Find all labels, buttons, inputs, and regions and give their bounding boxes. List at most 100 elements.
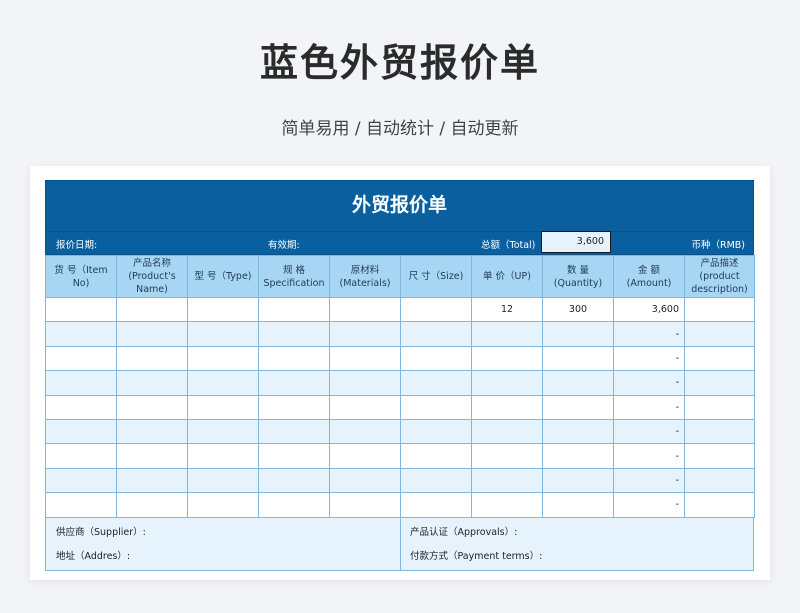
table-cell[interactable]: [471, 321, 543, 347]
table-cell[interactable]: [329, 321, 401, 347]
table-cell[interactable]: [400, 296, 472, 323]
table-cell[interactable]: [258, 492, 330, 518]
table-cell[interactable]: [187, 492, 259, 518]
table-cell[interactable]: [471, 370, 543, 396]
table-cell[interactable]: -: [613, 345, 685, 372]
table-cell[interactable]: [471, 394, 543, 420]
table-cell[interactable]: [400, 345, 472, 372]
table-cell[interactable]: [187, 345, 259, 372]
table-cell[interactable]: [329, 296, 401, 323]
table-cell[interactable]: [258, 321, 330, 347]
table-cell[interactable]: 3,600: [613, 296, 685, 323]
table-cell[interactable]: [542, 418, 614, 445]
table-cell[interactable]: [542, 345, 614, 372]
table-cell[interactable]: [45, 321, 117, 347]
table-cell[interactable]: [116, 370, 188, 396]
valid-period-label: 有效期:: [268, 240, 300, 251]
table-cell[interactable]: [684, 370, 755, 396]
table-cell[interactable]: -: [613, 492, 685, 518]
table-cell[interactable]: [542, 492, 614, 518]
table-cell[interactable]: -: [613, 394, 685, 420]
table-cell[interactable]: [329, 492, 401, 518]
table-cell[interactable]: [471, 492, 543, 518]
table-cell[interactable]: 12: [471, 296, 543, 323]
table-cell[interactable]: [187, 296, 259, 323]
table-cell[interactable]: [258, 418, 330, 445]
table-cell[interactable]: [684, 296, 755, 323]
table-cell[interactable]: [329, 345, 401, 372]
table-cell[interactable]: [187, 467, 259, 494]
table-cell[interactable]: [329, 394, 401, 420]
column-header-line: 单 价（UP): [483, 271, 531, 282]
table-cell[interactable]: [400, 492, 472, 518]
table-cell[interactable]: [187, 394, 259, 420]
table-cell[interactable]: [329, 418, 401, 445]
table-cell[interactable]: [116, 418, 188, 445]
table-cell[interactable]: [187, 418, 259, 445]
table-cell[interactable]: [400, 467, 472, 494]
table-cell[interactable]: [116, 296, 188, 323]
table-cell[interactable]: [329, 467, 401, 494]
table-cell[interactable]: [45, 370, 117, 396]
table-cell[interactable]: [258, 370, 330, 396]
table-cell[interactable]: [187, 370, 259, 396]
table-cell[interactable]: [684, 443, 755, 469]
table-cell[interactable]: [116, 345, 188, 372]
table-cell[interactable]: -: [613, 443, 685, 469]
table-cell[interactable]: [400, 443, 472, 469]
table-cell[interactable]: [542, 370, 614, 396]
table-cell[interactable]: [400, 418, 472, 445]
table-cell[interactable]: [45, 418, 117, 445]
column-header-line: Specification: [263, 277, 325, 289]
table-cell[interactable]: [116, 443, 188, 469]
table-cell[interactable]: 300: [542, 296, 614, 323]
table-cell[interactable]: [258, 345, 330, 372]
table-cell[interactable]: [684, 467, 755, 494]
table-cell[interactable]: [187, 321, 259, 347]
table-cell[interactable]: [329, 370, 401, 396]
table-cell[interactable]: [684, 345, 755, 372]
table-cell[interactable]: [471, 443, 543, 469]
table-cell[interactable]: [329, 443, 401, 469]
table-cell[interactable]: [542, 443, 614, 469]
table-cell[interactable]: [258, 467, 330, 494]
table-cell[interactable]: [258, 296, 330, 323]
table-cell[interactable]: [45, 492, 117, 518]
column-header-line: No): [72, 277, 90, 289]
page-title: 蓝色外贸报价单: [259, 41, 540, 85]
table-cell[interactable]: [542, 394, 614, 420]
table-cell[interactable]: [684, 418, 755, 445]
table-cell[interactable]: [45, 394, 117, 420]
table-cell[interactable]: [684, 394, 755, 420]
table-cell[interactable]: [45, 467, 117, 494]
table-cell[interactable]: [684, 321, 755, 347]
table-cell[interactable]: [258, 443, 330, 469]
table-cell[interactable]: [542, 321, 614, 347]
table-cell[interactable]: [471, 418, 543, 445]
table-cell[interactable]: [400, 370, 472, 396]
table-cell[interactable]: [400, 394, 472, 420]
table-cell[interactable]: [45, 345, 117, 372]
column-header: 规 格 Specification: [258, 255, 330, 298]
table-cell[interactable]: [45, 443, 117, 469]
quote-date-label: 报价日期:: [56, 240, 98, 251]
table-cell[interactable]: [116, 467, 188, 494]
table-cell[interactable]: [471, 345, 543, 372]
table-cell[interactable]: [116, 492, 188, 518]
table-cell[interactable]: [116, 394, 188, 420]
table-cell[interactable]: [542, 467, 614, 494]
table-cell[interactable]: -: [613, 467, 685, 494]
table-cell[interactable]: [187, 443, 259, 469]
table-cell[interactable]: [400, 321, 472, 347]
table-cell[interactable]: [116, 321, 188, 347]
table-cell[interactable]: -: [613, 418, 685, 445]
table-cell[interactable]: [471, 467, 543, 494]
table-cell[interactable]: [258, 394, 330, 420]
table-cell[interactable]: -: [613, 321, 685, 347]
column-header-line: 尺 寸（Size): [408, 271, 464, 282]
table-cell[interactable]: [684, 492, 755, 518]
table-cell[interactable]: [45, 296, 117, 323]
sheet-title: 外贸报价单: [45, 180, 754, 232]
total-value-cell[interactable]: 3,600: [541, 231, 611, 253]
table-cell[interactable]: -: [613, 370, 685, 396]
